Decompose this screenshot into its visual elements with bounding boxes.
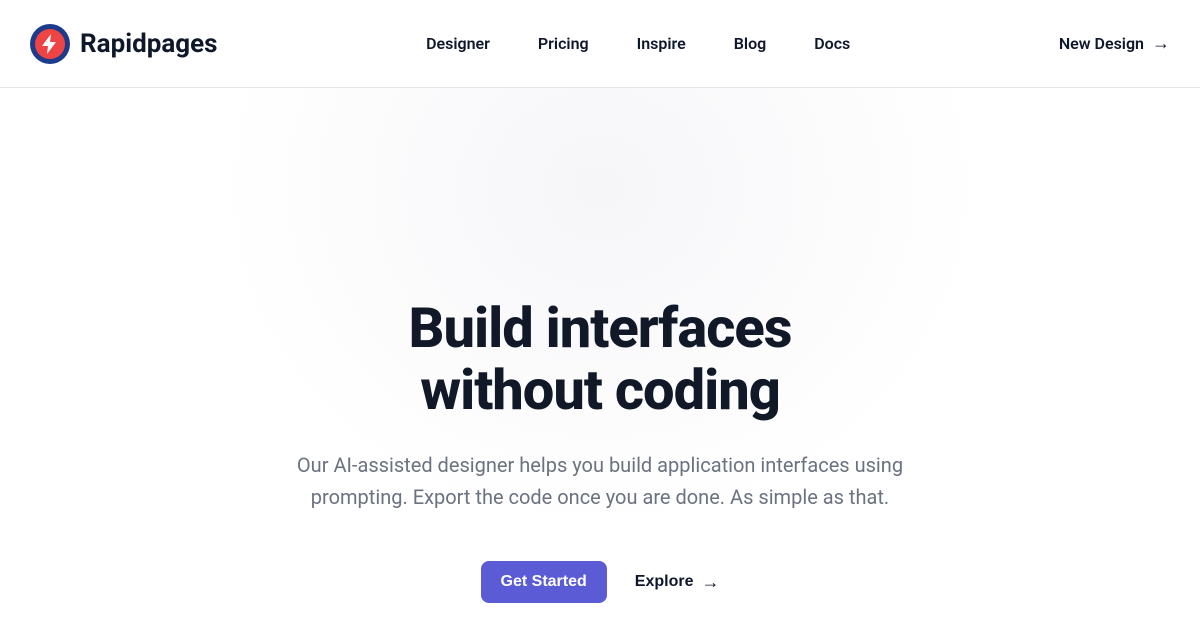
explore-button[interactable]: Explore → — [635, 572, 720, 593]
nav-blog[interactable]: Blog — [734, 34, 766, 53]
hero-section: Build interfaces without coding Our AI-a… — [0, 88, 1200, 603]
new-design-button[interactable]: New Design → — [1059, 33, 1170, 54]
hero-buttons: Get Started Explore → — [0, 561, 1200, 603]
hero-subtitle: Our AI-assisted designer helps you build… — [280, 449, 920, 513]
brand-name: Rapidpages — [80, 29, 218, 59]
nav-pricing[interactable]: Pricing — [538, 34, 589, 53]
nav-docs[interactable]: Docs — [814, 34, 850, 53]
explore-label: Explore — [635, 573, 694, 591]
arrow-right-icon: → — [1152, 33, 1170, 54]
arrow-right-icon: → — [701, 572, 719, 593]
hero-title-line1: Build interfaces — [409, 295, 792, 361]
get-started-button[interactable]: Get Started — [481, 561, 607, 603]
new-design-label: New Design — [1059, 34, 1144, 53]
nav-inspire[interactable]: Inspire — [637, 34, 686, 53]
logo-icon — [30, 24, 70, 64]
hero-title-line2: without coding — [420, 357, 780, 423]
logo[interactable]: Rapidpages — [30, 24, 218, 64]
header: Rapidpages Designer Pricing Inspire Blog… — [0, 0, 1200, 88]
hero-title: Build interfaces without coding — [0, 298, 1200, 421]
nav-designer[interactable]: Designer — [426, 34, 490, 53]
main-nav: Designer Pricing Inspire Blog Docs — [426, 34, 850, 53]
